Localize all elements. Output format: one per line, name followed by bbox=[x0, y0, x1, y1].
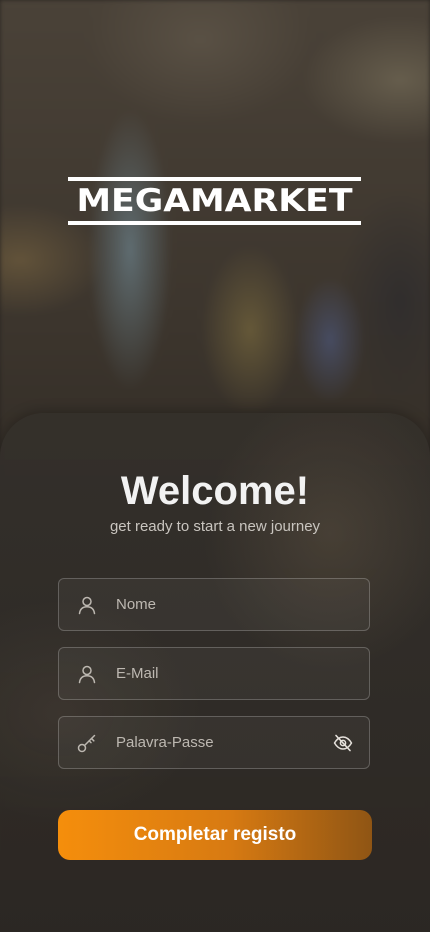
user-icon bbox=[77, 664, 97, 684]
name-field[interactable]: Nome bbox=[58, 578, 370, 631]
key-icon bbox=[77, 733, 97, 753]
logo-top-bar bbox=[68, 177, 361, 181]
user-icon bbox=[77, 595, 97, 615]
welcome-subtitle: get ready to start a new journey bbox=[109, 518, 321, 535]
welcome-title: Welcome! bbox=[120, 469, 310, 513]
email-placeholder: E-Mail bbox=[116, 665, 159, 682]
logo-bottom-bar bbox=[68, 221, 361, 225]
password-placeholder: Palavra-Passe bbox=[116, 734, 214, 751]
password-field[interactable]: Palavra-Passe bbox=[58, 716, 370, 769]
complete-registration-button[interactable]: Completar registo bbox=[58, 810, 372, 860]
name-placeholder: Nome bbox=[116, 596, 157, 613]
logo-text: MEGAMARKET bbox=[76, 183, 353, 219]
megamarket-logo: MEGAMARKET bbox=[68, 177, 361, 225]
email-field[interactable]: E-Mail bbox=[58, 647, 370, 700]
eye-off-icon[interactable] bbox=[333, 734, 353, 752]
